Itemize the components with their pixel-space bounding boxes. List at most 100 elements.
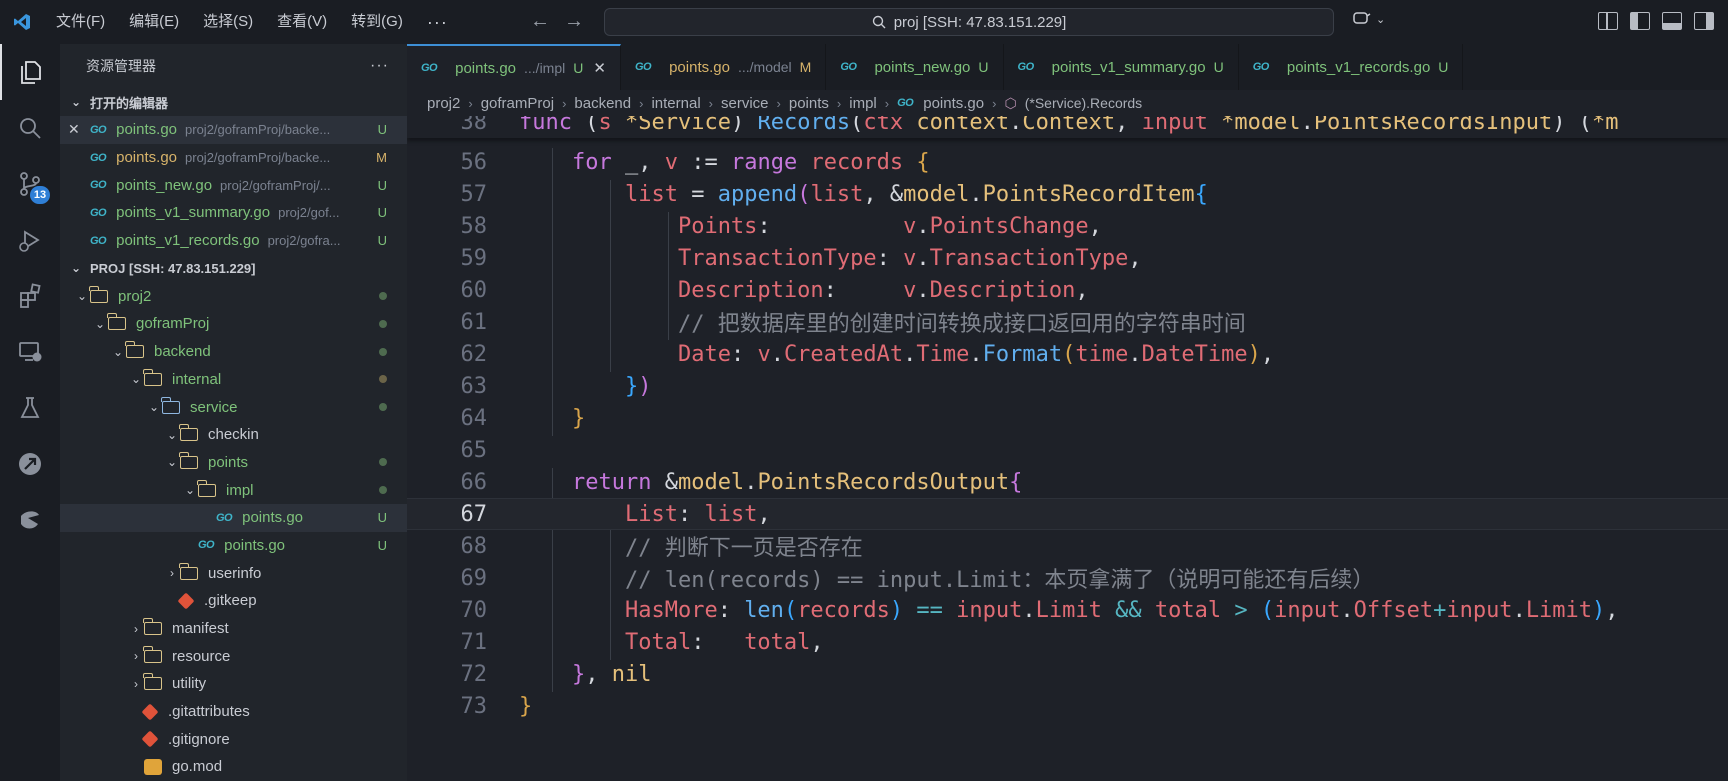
toggle-sidebar-icon[interactable] bbox=[1630, 12, 1650, 30]
tree-item[interactable]: › resource bbox=[60, 642, 407, 670]
breadcrumb-item[interactable]: internal bbox=[651, 95, 700, 112]
tree-item[interactable]: ⌄ goframProj bbox=[60, 310, 407, 338]
git-status-dot bbox=[379, 393, 387, 421]
code-token: && bbox=[1115, 597, 1155, 623]
code-token: ( bbox=[783, 597, 798, 623]
command-center-search[interactable]: proj [SSH: 47.83.151.229] bbox=[604, 8, 1334, 36]
menu-item[interactable]: 选择(S) bbox=[191, 7, 265, 37]
more-actions-icon[interactable]: ··· bbox=[370, 57, 389, 75]
folder-icon bbox=[143, 618, 162, 636]
forward-arrow-icon[interactable]: → bbox=[564, 10, 584, 33]
code-text: for _, v := range records { bbox=[519, 150, 930, 175]
back-arrow-icon[interactable]: ← bbox=[530, 10, 550, 33]
open-editor-item[interactable]: GO points.go proj2/goframProj/backe... M bbox=[60, 144, 407, 172]
git-status-dot bbox=[379, 310, 387, 338]
workspace-label: PROJ [SSH: 47.83.151.229] bbox=[90, 260, 256, 276]
tree-item[interactable]: .gitignore bbox=[60, 725, 407, 753]
code-token: Records bbox=[757, 116, 851, 135]
code-token: Description bbox=[677, 277, 824, 303]
code-line: 69 // len(records) == input.Limit：本页拿满了（… bbox=[407, 562, 1728, 594]
line-number: 61 bbox=[460, 309, 488, 335]
tree-item[interactable]: › manifest bbox=[60, 615, 407, 643]
tree-item[interactable]: ⌄ points bbox=[60, 449, 407, 477]
open-editors-list: ✕ GO points.go proj2/goframProj/backe... U GO… bbox=[60, 116, 407, 254]
remote-explorer-icon[interactable] bbox=[0, 324, 60, 380]
tree-item[interactable]: ⌄ internal bbox=[60, 366, 407, 394]
editor-tab[interactable]: GO points_v1_records.go U bbox=[1239, 44, 1464, 90]
code-editor[interactable]: 38 func (s *Service) Records(ctx context.… bbox=[407, 116, 1728, 781]
chevron-down-icon: ⌄ bbox=[94, 316, 106, 331]
line-number: 38 bbox=[460, 116, 488, 135]
code-token: input bbox=[956, 597, 1023, 623]
explorer-icon[interactable] bbox=[0, 44, 60, 100]
run-debug-icon[interactable] bbox=[0, 212, 60, 268]
toggle-panel-icon[interactable] bbox=[1662, 12, 1682, 30]
search-activity-icon[interactable] bbox=[0, 100, 60, 156]
tree-item[interactable]: ⌄ impl bbox=[60, 476, 407, 504]
menu-item[interactable]: 转到(G) bbox=[339, 7, 415, 37]
code-token: , & bbox=[863, 181, 904, 207]
folder-icon bbox=[125, 341, 144, 359]
tree-item[interactable]: .gitkeep bbox=[60, 587, 407, 615]
chevron-right-icon: › bbox=[170, 566, 174, 581]
tree-item[interactable]: go.mod bbox=[60, 753, 407, 781]
code-text: // 把数据库里的创建时间转换成接口返回用的字符串时间 bbox=[519, 306, 1246, 338]
breadcrumb-item[interactable]: points.go bbox=[923, 95, 984, 112]
open-editor-item[interactable]: ✕ GO points.go proj2/goframProj/backe... U bbox=[60, 116, 407, 144]
menu-item[interactable]: 文件(F) bbox=[44, 7, 117, 37]
git-file-icon bbox=[141, 730, 159, 748]
open-editor-item[interactable]: GO points_v1_summary.go proj2/gof... U bbox=[60, 199, 407, 227]
tree-item[interactable]: GO points.go U bbox=[60, 532, 407, 560]
tree-item[interactable]: ⌄ backend bbox=[60, 338, 407, 366]
breadcrumb-item[interactable]: proj2 bbox=[427, 95, 460, 112]
live-share-icon[interactable] bbox=[0, 436, 60, 492]
customize-layout-icon[interactable] bbox=[1598, 12, 1618, 30]
menu-item[interactable]: ··· bbox=[415, 7, 460, 37]
tree-item[interactable]: › userinfo bbox=[60, 559, 407, 587]
tree-item[interactable]: ⌄ checkin bbox=[60, 421, 407, 449]
breadcrumb-item[interactable]: impl bbox=[849, 95, 877, 112]
editor-tab[interactable]: GO points.go .../impl U ✕ bbox=[407, 44, 621, 90]
tree-item[interactable]: ⌄ proj2 bbox=[60, 282, 407, 310]
code-token: : bbox=[730, 341, 758, 367]
code-token: } bbox=[624, 373, 639, 399]
menu-item[interactable]: 编辑(E) bbox=[117, 7, 191, 37]
tree-item-label: resource bbox=[172, 647, 231, 665]
testing-icon[interactable] bbox=[0, 380, 60, 436]
workspace-section[interactable]: ⌄ PROJ [SSH: 47.83.151.229] bbox=[60, 254, 407, 282]
toggle-secondary-sidebar-icon[interactable] bbox=[1694, 12, 1714, 30]
code-token: for bbox=[571, 149, 625, 175]
navigation-arrows: ← → bbox=[530, 10, 584, 33]
tree-item-label: service bbox=[190, 398, 238, 416]
code-token: ( bbox=[585, 116, 599, 135]
code-token: } bbox=[571, 405, 586, 431]
editor-tabs: GO points.go .../impl U ✕ GO points.go .../mode… bbox=[407, 44, 1728, 90]
code-token: PointsRecordsOutput bbox=[757, 469, 1010, 495]
tree-item[interactable]: .gitattributes bbox=[60, 698, 407, 726]
breadcrumb-item[interactable]: service bbox=[721, 95, 769, 112]
open-editor-item[interactable]: GO points_v1_records.go proj2/gofra... U bbox=[60, 227, 407, 255]
editor-tab[interactable]: GO points.go .../model M bbox=[621, 44, 827, 90]
menu-item[interactable]: 查看(V) bbox=[265, 7, 339, 37]
close-icon[interactable]: ✕ bbox=[68, 121, 90, 138]
close-icon[interactable]: ✕ bbox=[593, 59, 606, 77]
code-token: } bbox=[519, 693, 533, 719]
tree-item[interactable]: GO points.go U bbox=[60, 503, 407, 532]
breadcrumb-item[interactable]: goframProj bbox=[481, 95, 554, 112]
tree-item[interactable]: › utility bbox=[60, 670, 407, 698]
open-editors-section[interactable]: ⌄ 打开的编辑器 bbox=[60, 88, 407, 116]
copilot-menu[interactable]: ⌄ bbox=[1352, 10, 1385, 28]
breadcrumb-item[interactable]: backend bbox=[574, 95, 631, 112]
editor-tab[interactable]: GO points_v1_summary.go U bbox=[1004, 44, 1239, 90]
extensions-icon[interactable] bbox=[0, 268, 60, 324]
tree-item[interactable]: ⌄ service bbox=[60, 393, 407, 421]
source-control-icon[interactable]: 13 bbox=[0, 156, 60, 212]
go-file-icon: GO bbox=[1017, 61, 1035, 73]
open-editor-item[interactable]: GO points_new.go proj2/goframProj/... U bbox=[60, 171, 407, 199]
editor-tab[interactable]: GO points_new.go U bbox=[826, 44, 1004, 90]
breadcrumb-item[interactable]: (*Service).Records bbox=[1025, 95, 1142, 111]
codegeex-icon[interactable] bbox=[0, 492, 60, 548]
tab-label: points_v1_summary.go bbox=[1051, 58, 1206, 76]
breadcrumb-item[interactable]: points bbox=[789, 95, 829, 112]
